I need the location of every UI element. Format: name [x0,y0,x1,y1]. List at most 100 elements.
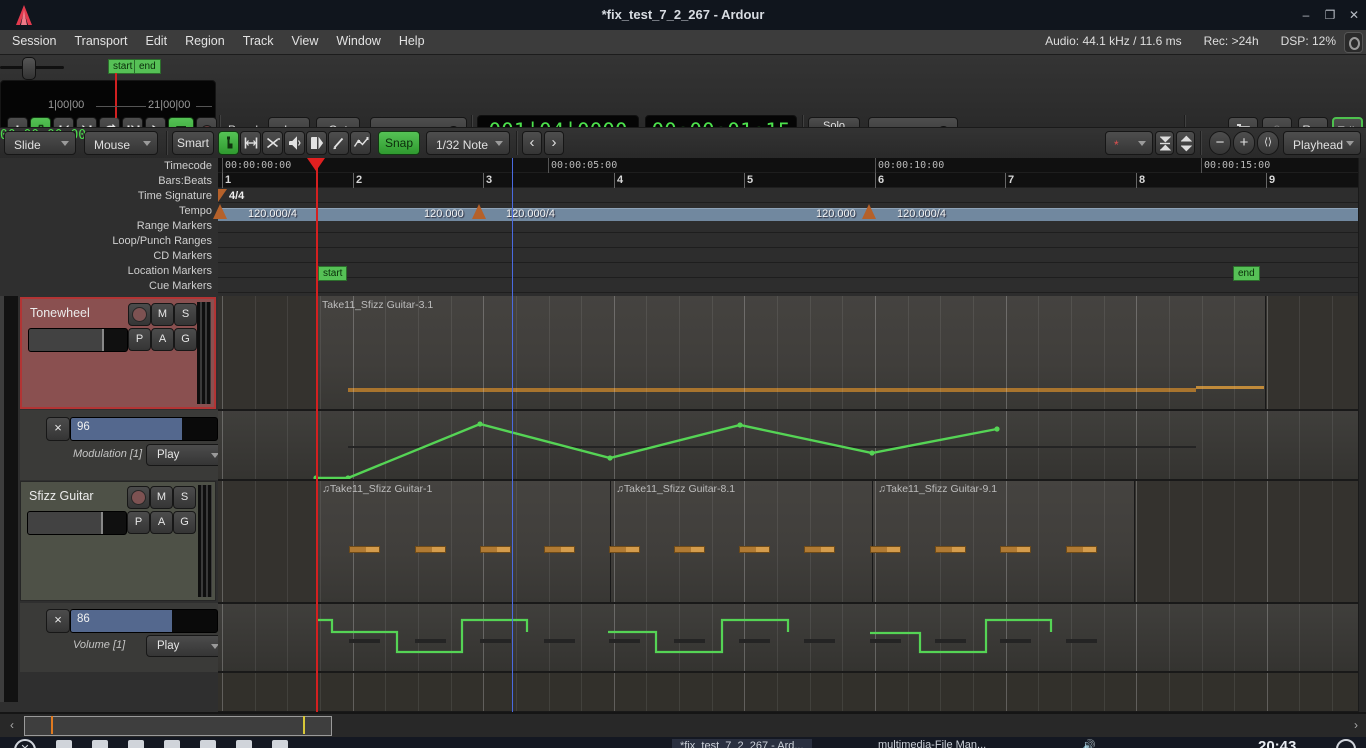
system-taskbar[interactable]: ✕ *fix_test_7_2_267 - Ard... multimedia-Fi… [0,737,1366,748]
region--take11-sfizz-guitar-9-1[interactable]: ♫Take11_Sfizz Guitar-9.1 [872,480,1135,602]
ruler-row-timecode[interactable] [218,158,1366,173]
solo-button[interactable]: S [173,486,196,509]
midi-note[interactable] [544,546,575,553]
summary-next-button[interactable]: › [1348,717,1364,734]
hide-lane-button[interactable]: × [46,609,70,633]
midi-note[interactable] [609,546,640,553]
midi-note[interactable] [349,546,380,553]
zoom-preset-dropdown[interactable]: * [1105,131,1153,155]
region--take11-sfizz-guitar-8-1[interactable]: ♫Take11_Sfizz Guitar-8.1 [610,480,874,602]
track-name[interactable]: Tonewheel [30,306,90,320]
ruler-label-time-signature[interactable]: Time Signature [7,190,212,202]
shuttle-handle[interactable] [22,57,36,80]
menu-view[interactable]: View [282,30,327,52]
taskbar-app-icon[interactable] [56,740,72,748]
playlist-button[interactable]: P [128,328,151,351]
ruler-label-cd-markers[interactable]: CD Markers [7,250,212,262]
taskbar-app-icon[interactable] [200,740,216,748]
nudge-back-button[interactable]: ‹ [522,131,542,155]
close-button[interactable]: ✕ [1344,6,1364,24]
ruler-label-tempo[interactable]: Tempo [7,205,212,217]
ruler-row-loop[interactable] [218,233,1366,248]
midi-note[interactable] [480,546,511,553]
playhead-line[interactable] [316,158,318,296]
mouse-mode-dropdown[interactable]: Mouse [84,131,158,155]
region--take11-sfizz-guitar-1[interactable]: ♫Take11_Sfizz Guitar-1 [316,480,611,602]
menu-edit[interactable]: Edit [137,30,177,52]
range-tool-button[interactable] [240,131,261,155]
track-header-tonewheel[interactable]: Tonewheel M S P A G [20,297,216,409]
ruler-label-cue-markers[interactable]: Cue Markers [7,280,212,292]
ruler-label-loop-punch-ranges[interactable]: Loop/Punch Ranges [7,235,212,247]
expand-tracks-button[interactable] [1176,131,1195,155]
zoom-tool-button[interactable] [306,131,327,155]
ruler-label-range-markers[interactable]: Range Markers [7,220,212,232]
lane-mode-dropdown[interactable]: Play [146,444,226,466]
menu-session[interactable]: Session [3,30,65,52]
track-name[interactable]: Sfizz Guitar [29,489,94,503]
summary-navigator[interactable]: ‹ › [0,712,1366,737]
region-tonewheel[interactable]: Take11_Sfizz Guitar-3.1 [316,296,1266,409]
midi-note[interactable] [739,546,770,553]
playlist-button[interactable]: P [127,511,150,534]
taskbar-app-icon[interactable] [128,740,144,748]
taskbar-app-icon[interactable] [236,740,252,748]
playhead-head-icon[interactable] [307,158,325,171]
taskbar-volume-icon[interactable]: 🔊 [1082,739,1096,748]
midi-note[interactable] [415,546,446,553]
tempo-marker-icon[interactable] [472,204,486,219]
below-tracks-band[interactable] [218,672,1366,712]
tempo-band[interactable] [218,208,1366,221]
taskbar-app-icon[interactable] [164,740,180,748]
tempo-marker-icon[interactable] [862,204,876,219]
ruler-row-cue[interactable] [218,278,1366,293]
track-header-sfizz-guitar[interactable]: Sfizz Guitar M S P A G [20,481,216,601]
zoom-focus-dropdown[interactable]: Playhead [1283,131,1361,155]
smart-mode-button[interactable]: Smart [172,131,214,155]
taskbar-task[interactable]: *fix_test_7_2_267 - Ard... [672,739,812,748]
snap-toggle-button[interactable]: Snap [378,131,420,155]
group-button[interactable]: G [173,511,196,534]
midi-note-long[interactable] [348,388,1196,392]
midi-note[interactable] [935,546,966,553]
taskbar-power-icon[interactable] [1336,739,1356,748]
automation-button[interactable]: A [151,328,174,351]
mute-button[interactable]: M [151,303,174,326]
ruler-row-bars[interactable] [218,173,1366,188]
automation-edit-tool-button[interactable] [350,131,371,155]
taskbar-activities-icon[interactable]: ✕ [14,739,36,748]
draw-tool-button[interactable] [328,131,349,155]
ruler-row-location[interactable] [218,263,1366,278]
grid-unit-dropdown[interactable]: 1/32 Note [426,131,510,155]
tempo-marker-icon[interactable] [213,204,227,219]
minimize-button[interactable]: – [1296,6,1316,24]
midi-note-long[interactable] [1196,386,1264,389]
solo-button[interactable]: S [174,303,197,326]
zoom-in-button[interactable]: + [1233,131,1255,155]
menu-track[interactable]: Track [234,30,283,52]
taskbar-task[interactable]: multimedia-File Man... [878,739,986,748]
menu-region[interactable]: Region [176,30,234,52]
menu-transport[interactable]: Transport [65,30,136,52]
zoom-out-button[interactable]: − [1209,131,1231,155]
midi-note[interactable] [870,546,901,553]
zoom-fit-button[interactable]: ⟨⟩ [1257,131,1279,155]
midi-note[interactable] [674,546,705,553]
summary-view-rectangle[interactable] [24,716,332,736]
lane-value-slider[interactable]: 96 [70,417,218,441]
grab-tool-button[interactable] [218,131,239,155]
ruler-area[interactable]: 00:00:00:0000:00:05:0000:00:10:0000:00:1… [218,158,1366,296]
mute-button[interactable]: M [150,486,173,509]
lane-value-slider[interactable]: 86 [70,609,218,633]
lane-mode-dropdown[interactable]: Play [146,635,226,657]
midi-note[interactable] [804,546,835,553]
audition-tool-button[interactable] [284,131,305,155]
edit-mode-dropdown[interactable]: Slide [4,131,76,155]
nudge-forward-button[interactable]: › [544,131,564,155]
gain-fader[interactable] [27,511,127,535]
midi-note[interactable] [1066,546,1097,553]
record-arm-button[interactable] [127,486,150,509]
ruler-label-location-markers[interactable]: Location Markers [7,265,212,277]
playhead-line[interactable] [316,296,318,712]
shrink-tracks-button[interactable] [1155,131,1174,155]
